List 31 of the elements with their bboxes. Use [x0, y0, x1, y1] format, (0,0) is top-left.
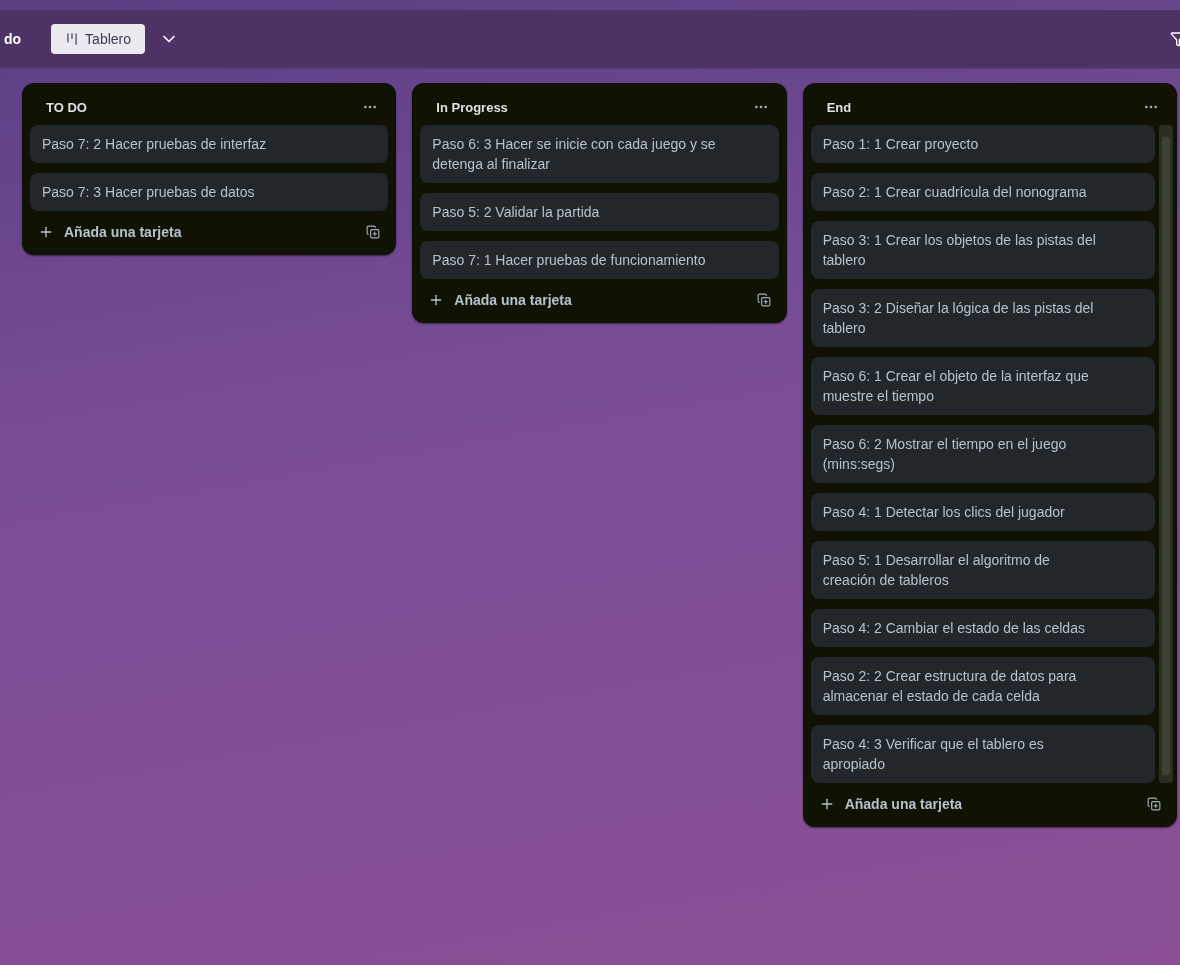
plus-icon — [38, 224, 54, 240]
task-card[interactable]: Paso 4: 1 Detectar los clics del jugador — [810, 493, 1155, 531]
list-title[interactable]: In Progress — [436, 99, 508, 115]
add-card-button[interactable]: Añada una tarjeta — [38, 224, 182, 240]
task-card[interactable]: Paso 5: 1 Desarrollar el algoritmo de creación de tableros — [810, 541, 1155, 599]
task-card[interactable]: Paso 3: 2 Diseñar la lógica de las pistas del tablero — [810, 289, 1155, 347]
task-card[interactable]: Paso 2: 1 Crear cuadrícula del nonograma — [810, 173, 1155, 211]
task-card[interactable]: Paso 2: 2 Crear estructura de datos para almacenar el estado de cada celda — [810, 657, 1155, 715]
task-card[interactable]: Paso 6: 2 Mostrar el tiempo en el juego (mins:segs) — [810, 425, 1155, 483]
task-card[interactable]: Paso 3: 1 Crear los objetos de las pistas del tablero — [810, 221, 1155, 279]
scrollbar[interactable] — [1159, 125, 1173, 783]
add-card-button[interactable]: Añada una tarjeta — [818, 796, 963, 812]
add-card-button[interactable]: Añada una tarjeta — [428, 292, 572, 308]
template-icon — [366, 225, 381, 239]
board-name: do — [4, 31, 22, 47]
task-card[interactable]: Paso 6: 1 Crear el objeto de la interfaz que muestre el tiempo — [810, 357, 1155, 415]
task-card[interactable]: Paso 6: 3 Hacer se inicie con cada juego y se detenga al finalizar — [420, 125, 779, 183]
task-card[interactable]: Paso 7: 3 Hacer pruebas de datos — [30, 173, 389, 211]
board-icon — [65, 32, 80, 46]
list-title[interactable]: TO DO — [46, 99, 87, 115]
task-card[interactable]: Paso 1: 1 Crear proyecto — [810, 125, 1155, 163]
list-title[interactable]: End — [826, 99, 852, 115]
task-card[interactable]: Paso 7: 1 Hacer pruebas de funcionamiento — [420, 241, 779, 279]
task-card[interactable]: Paso 4: 2 Cambiar el estado de las celdas — [810, 609, 1155, 647]
template-button[interactable] — [1145, 795, 1163, 813]
template-icon — [756, 293, 771, 307]
board-view-tab[interactable]: Tablero — [51, 24, 146, 54]
task-card[interactable]: Paso 5: 2 Validar la partida — [420, 193, 779, 231]
task-card[interactable]: Paso 7: 2 Hacer pruebas de interfaz — [30, 125, 389, 163]
template-icon — [1147, 797, 1161, 811]
task-card[interactable]: Paso 4: 3 Verificar que el tablero es apropiado — [810, 725, 1155, 783]
